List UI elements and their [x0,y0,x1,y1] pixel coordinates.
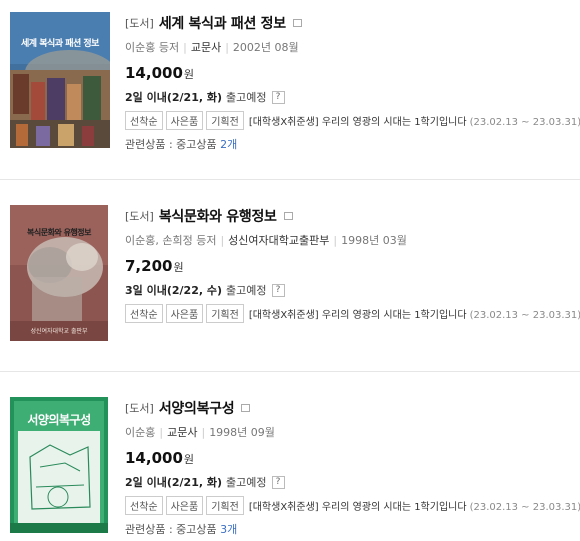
tag-first-come[interactable]: 선착순 [125,495,163,515]
product-item: 서양의복구성 [도서] 서양의복구성 이순홍 | 교문사 | 1998년 09월 14,… [0,397,580,537]
tag-gift[interactable]: 사은품 [165,110,204,130]
shipping-info: 3일 이내(2/22, 수) 출고예정 ? [125,282,575,298]
category-label: [도서] [125,17,154,30]
shipping-date: 3일 이내(2/22, 수) [125,284,223,297]
book-cover[interactable]: 복식문화와 유행정보 성신여자대학교 출판부 [10,205,108,341]
price-unit: 원 [183,68,195,81]
product-info: [도서] 복식문화와 유행정보 이순홍, 손희정 등저 | 성신여자대학교출판부 | 1… [125,205,580,323]
author-link[interactable]: 이순홍 [125,426,155,439]
tag-promotion[interactable]: 기획전 [206,495,244,515]
divider: | [333,234,338,247]
event-text: [대학생X취준생] 우리의 영광의 시대는 1학기입니다 [248,309,467,321]
price-unit: 원 [173,261,184,274]
new-window-icon[interactable] [283,212,293,220]
book-cover[interactable]: 서양의복구성 [10,397,108,533]
publisher-link[interactable]: 교문사 [191,41,221,54]
author-link[interactable]: 이순홍, 손희정 등저 [125,234,216,247]
tag-gift[interactable]: 사은품 [165,495,204,515]
tag-first-come[interactable]: 선착순 [125,303,163,323]
event-link[interactable]: [대학생X취준생] 우리의 영광의 시대는 1학기입니다 (23.02.13 ~ … [249,113,580,128]
price-value: 14,000 [125,64,183,82]
new-window-icon[interactable] [241,404,251,412]
event-tags: 선착순 사은품 기획전 [대학생X취준생] 우리의 영광의 시대는 1학기입니다… [125,495,580,515]
event-date: (23.02.13 ~ 23.03.31) [469,116,580,128]
product-item: 세계 복식과 패션 정보 [도서] 세계 복식과 패션 정보 이순홍 등저 | 교문… [0,12,580,152]
tag-first-come[interactable]: 선착순 [125,110,163,130]
tag-promotion[interactable]: 기획전 [206,110,244,130]
shipping-status: 출고예정 [226,284,267,297]
publish-date: 1998년 09월 [209,426,275,439]
divider: | [201,426,206,439]
divider: | [159,426,164,439]
cover-title: 세계 복식과 패션 정보 [21,39,99,49]
price-value: 7,200 [125,257,173,275]
product-info: [도서] 세계 복식과 패션 정보 이순홍 등저 | 교문사 | 2002년 08월 1… [125,12,580,152]
tag-promotion[interactable]: 기획전 [206,303,244,323]
shipping-info: 2일 이내(2/21, 화) 출고예정 ? [125,474,575,490]
event-date: (23.02.13 ~ 23.03.31) [469,309,580,321]
event-tags: 선착순 사은품 기획전 [대학생X취준생] 우리의 영광의 시대는 1학기입니다… [125,303,580,323]
related-products: 관련상품 : 중고상품 2개 [125,136,575,152]
book-title-link[interactable]: 세계 복식과 패션 정보 [159,13,286,33]
price: 14,000원 [125,63,575,83]
divider: | [225,41,229,54]
cover-artwork [10,12,110,148]
publish-date: 2002년 08월 [232,41,299,54]
shipping-date: 2일 이내(2/21, 화) [125,476,223,489]
price-unit: 원 [183,453,195,466]
price-value: 14,000 [125,449,183,467]
publisher-link[interactable]: 성신여자대학교출판부 [228,234,329,247]
shipping-date: 2일 이내(2/21, 화) [125,91,223,104]
event-date: (23.02.13 ~ 23.03.31) [469,501,580,513]
tag-gift[interactable]: 사은품 [165,303,204,323]
book-meta: 이순홍 | 교문사 | 1998년 09월 [125,424,575,440]
shipping-info: 2일 이내(2/21, 화) 출고예정 ? [125,89,575,105]
book-meta: 이순홍 등저 | 교문사 | 2002년 08월 [125,39,575,55]
book-title-link[interactable]: 복식문화와 유행정보 [159,206,277,226]
related-label: 관련상품 : 중고상품 [125,138,217,151]
event-link[interactable]: [대학생X취준생] 우리의 영광의 시대는 1학기입니다 (23.02.13 ~ … [249,306,580,321]
price: 7,200원 [125,256,575,276]
divider-line [0,179,580,180]
event-link[interactable]: [대학생X취준생] 우리의 영광의 시대는 1학기입니다 (23.02.13 ~ … [249,498,580,513]
cover-title: 서양의복구성 [27,413,91,427]
author-link[interactable]: 이순홍 등저 [125,41,179,54]
cover-title: 복식문화와 유행정보 [26,228,92,237]
shipping-status: 출고예정 [226,91,267,104]
price: 14,000원 [125,448,575,468]
cover-artwork [10,205,108,341]
product-info: [도서] 서양의복구성 이순홍 | 교문사 | 1998년 09월 14,000원 2일… [125,397,580,537]
event-text: [대학생X취준생] 우리의 영광의 시대는 1학기입니다 [248,116,467,128]
new-window-icon[interactable] [292,19,302,27]
book-meta: 이순홍, 손희정 등저 | 성신여자대학교출판부 | 1998년 03월 [125,232,575,248]
divider: | [183,41,187,54]
related-label: 관련상품 : 중고상품 [125,523,217,536]
help-icon[interactable]: ? [271,283,285,297]
publisher-link[interactable]: 교문사 [167,426,197,439]
related-products: 관련상품 : 중고상품 3개 [125,521,575,537]
event-tags: 선착순 사은품 기획전 [대학생X취준생] 우리의 영광의 시대는 1학기입니다… [125,110,580,130]
divider-line [0,371,580,372]
related-count-link[interactable]: 2개 [220,138,237,151]
category-label: [도서] [125,402,154,415]
shipping-status: 출고예정 [226,476,267,489]
product-item: 복식문화와 유행정보 성신여자대학교 출판부 [도서] 복식문화와 유행정보 이… [0,205,580,345]
publish-date: 1998년 03월 [341,234,407,247]
cover-publisher: 성신여자대학교 출판부 [30,328,88,335]
related-count-link[interactable]: 3개 [220,523,237,536]
help-icon[interactable]: ? [271,475,285,489]
book-cover[interactable]: 세계 복식과 패션 정보 [10,12,110,148]
help-icon[interactable]: ? [271,90,285,104]
divider: | [220,234,225,247]
book-title-link[interactable]: 서양의복구성 [159,398,235,418]
event-text: [대학생X취준생] 우리의 영광의 시대는 1학기입니다 [248,501,467,513]
category-label: [도서] [125,210,154,223]
